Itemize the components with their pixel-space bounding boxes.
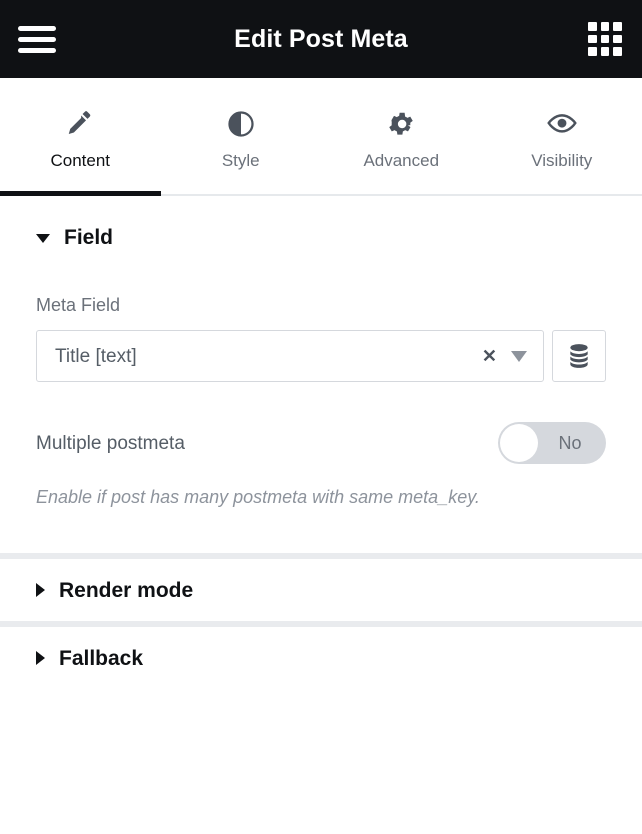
section-fallback-header[interactable]: Fallback: [0, 627, 642, 689]
hamburger-icon[interactable]: [18, 19, 58, 59]
meta-field-value: Title [text]: [55, 346, 137, 366]
panel-tabs: Content Style Advanced Visibility: [0, 78, 642, 196]
toggle-state-label: No: [558, 433, 582, 453]
tab-content[interactable]: Content: [0, 78, 161, 196]
section-fallback: Fallback: [0, 621, 642, 690]
contrast-icon: [226, 109, 256, 139]
multiple-postmeta-toggle[interactable]: No: [498, 422, 606, 464]
control-multiple-postmeta: Multiple postmeta No: [36, 422, 606, 464]
gear-icon: [386, 109, 416, 139]
section-title: Field: [64, 225, 114, 249]
grid-cell: [600, 22, 610, 31]
control-meta-field: Meta Field Title [text] ✕: [36, 296, 606, 382]
hamburger-bar: [18, 36, 56, 42]
multiple-postmeta-label: Multiple postmeta: [36, 432, 185, 454]
multiple-postmeta-help: Enable if post has many postmeta with sa…: [36, 487, 480, 507]
section-title: Render mode: [59, 578, 194, 602]
section-field: Field Meta Field Title [text] ✕ Multiple…: [0, 196, 642, 554]
section-field-header[interactable]: Field: [0, 196, 642, 268]
tab-label: Content: [50, 151, 111, 170]
database-icon: [568, 343, 590, 369]
meta-field-row: Title [text] ✕: [36, 330, 606, 382]
grid-cell: [588, 34, 597, 44]
meta-field-label: Meta Field: [36, 295, 121, 315]
grid-cell: [613, 34, 622, 44]
tab-style[interactable]: Style: [161, 78, 322, 194]
section-title: Fallback: [59, 646, 144, 670]
panel-body: Field Meta Field Title [text] ✕ Multiple…: [0, 196, 642, 690]
tab-label: Visibility: [531, 151, 593, 170]
grid-cell: [600, 47, 610, 56]
tab-visibility[interactable]: Visibility: [482, 78, 642, 194]
chevron-down-icon[interactable]: [511, 350, 527, 362]
grid-cell: [588, 22, 597, 31]
database-icon-button[interactable]: [552, 330, 606, 382]
clear-x-icon[interactable]: ✕: [472, 347, 507, 365]
caret-right-icon: [36, 583, 45, 598]
tab-label: Style: [221, 151, 260, 170]
grid-cell: [600, 34, 610, 44]
grid-cell: [588, 47, 597, 56]
page-title: Edit Post Meta: [234, 24, 408, 53]
section-render-mode: Render mode: [0, 553, 642, 622]
section-render-mode-header[interactable]: Render mode: [0, 559, 642, 621]
grid-cell: [613, 47, 622, 56]
hamburger-bar: [18, 47, 56, 53]
section-field-content: Meta Field Title [text] ✕ Multiple postm…: [0, 296, 642, 553]
tab-label: Advanced: [363, 151, 440, 170]
grid-cell: [613, 22, 622, 31]
pencil-icon: [65, 109, 95, 139]
caret-right-icon: [36, 651, 45, 666]
caret-down-icon: [36, 234, 50, 243]
hamburger-bar: [18, 25, 56, 31]
grid-apps-icon[interactable]: [588, 22, 622, 56]
panel-header: Edit Post Meta: [0, 0, 642, 78]
meta-field-select[interactable]: Title [text] ✕: [36, 330, 544, 382]
tab-advanced[interactable]: Advanced: [321, 78, 482, 194]
eye-icon: [546, 109, 578, 139]
toggle-knob: [500, 424, 538, 462]
